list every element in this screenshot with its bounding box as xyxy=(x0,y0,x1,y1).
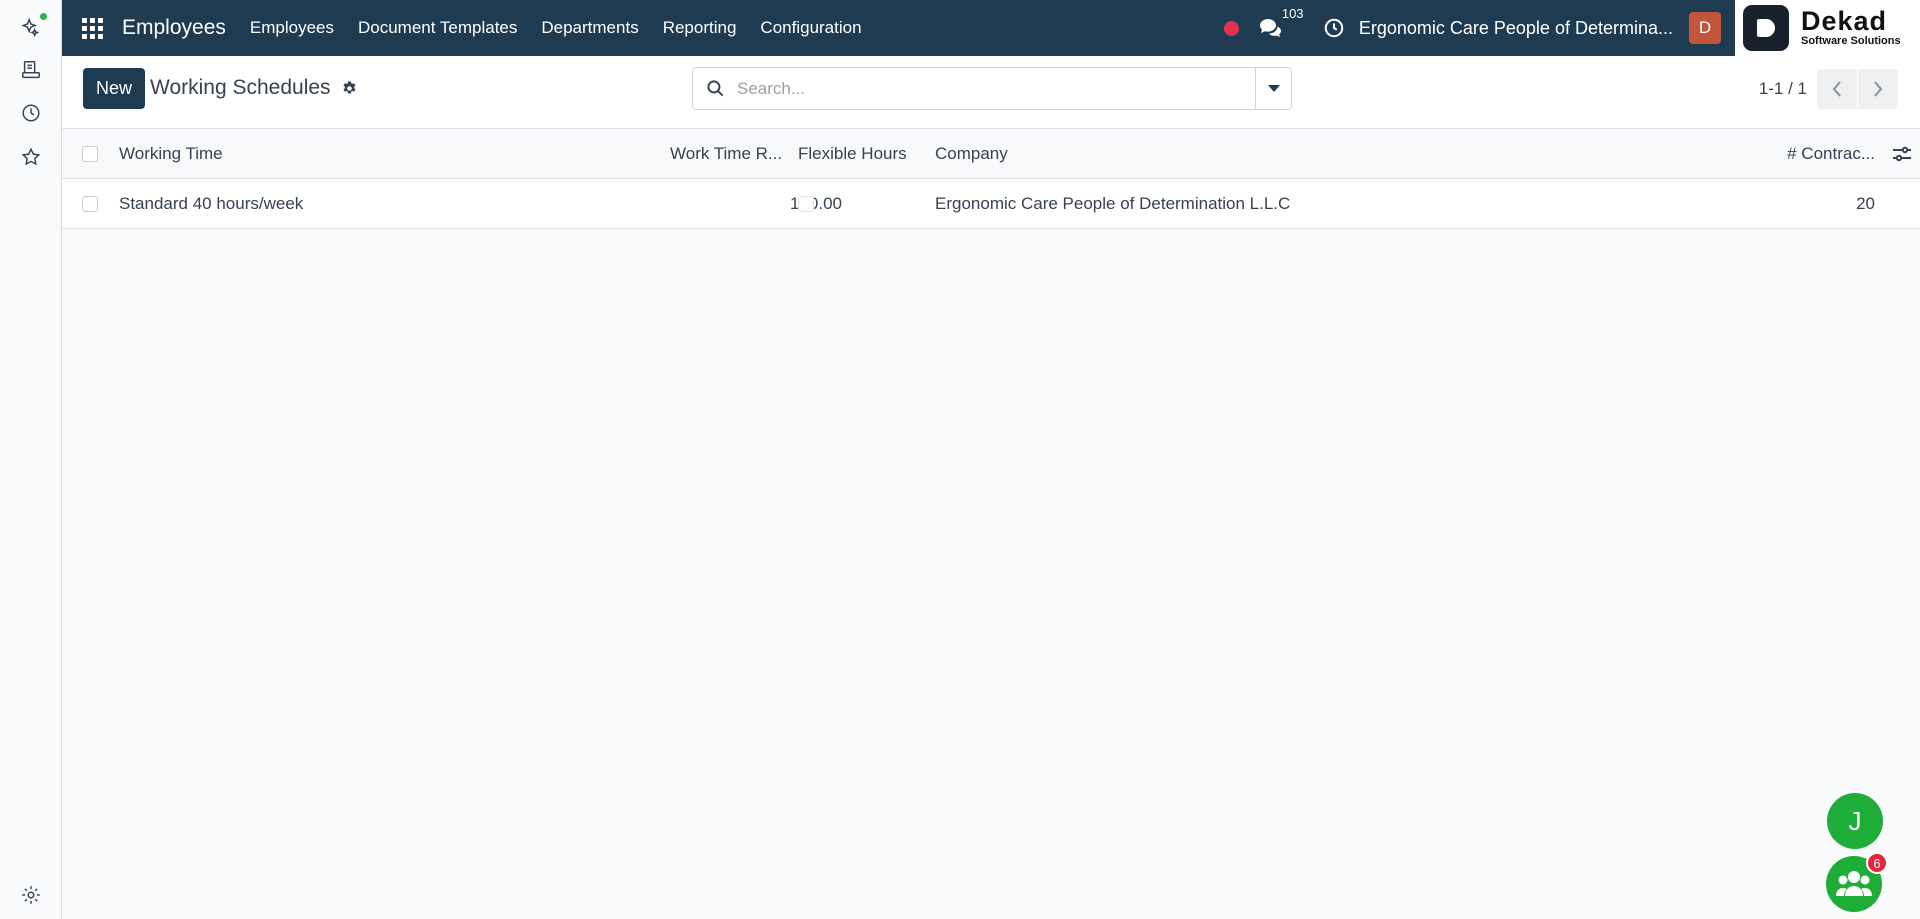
chevron-right-icon xyxy=(1872,80,1884,98)
optional-columns-toggle[interactable] xyxy=(1892,145,1914,163)
apps-grid-icon xyxy=(81,17,103,39)
brand-mark-icon xyxy=(1743,5,1789,51)
cell-contracts: 20 xyxy=(1856,193,1875,213)
column-flexible-hours[interactable]: Flexible Hours xyxy=(798,144,907,164)
table-header: Working Time Work Time R... Flexible Hou… xyxy=(62,129,1920,179)
breadcrumb: Working Schedules xyxy=(150,76,358,100)
pager-previous-button[interactable] xyxy=(1817,69,1857,109)
control-panel: New Working Schedules 1-1 / 1 xyxy=(62,56,1920,129)
search-input[interactable] xyxy=(737,78,1255,99)
chat-unread-badge: 6 xyxy=(1866,852,1888,874)
ai-sparkle-icon xyxy=(20,16,42,38)
new-button[interactable]: New xyxy=(83,68,145,109)
actions-gear-button[interactable] xyxy=(341,80,358,97)
search-bar xyxy=(692,67,1292,110)
clock-icon xyxy=(1323,17,1345,39)
favorites-button[interactable] xyxy=(0,135,62,179)
cell-working-time: Standard 40 hours/week xyxy=(119,193,304,213)
search-icon xyxy=(693,68,737,109)
sliders-icon xyxy=(1892,145,1912,163)
list-view: Working Time Work Time R... Flexible Hou… xyxy=(62,129,1920,229)
gear-icon xyxy=(341,80,358,97)
user-avatar[interactable]: D xyxy=(1689,12,1721,44)
row-checkbox[interactable] xyxy=(82,195,98,212)
page-title: Working Schedules xyxy=(150,76,331,99)
top-navbar: Employees Employees Document Templates D… xyxy=(62,0,1735,56)
search-options-toggle[interactable] xyxy=(1255,68,1291,109)
caret-down-icon xyxy=(1267,85,1280,92)
menu-document-templates[interactable]: Document Templates xyxy=(346,0,529,56)
activities-button[interactable] xyxy=(1323,17,1345,39)
settings-button[interactable] xyxy=(0,873,62,917)
pager-next-button[interactable] xyxy=(1858,69,1898,109)
menu-reporting[interactable]: Reporting xyxy=(651,0,749,56)
cell-company: Ergonomic Care People of Determination L… xyxy=(935,193,1291,213)
team-chat-icon xyxy=(1834,866,1874,902)
messages-button[interactable]: 103 xyxy=(1259,6,1304,38)
clock-icon xyxy=(20,102,42,124)
settings-icon xyxy=(20,884,42,906)
pager-value[interactable]: 1-1 / 1 xyxy=(1759,79,1807,99)
activity-button[interactable] xyxy=(0,48,62,92)
ai-sparkle-button[interactable] xyxy=(0,5,62,49)
cell-flexible-hours-checkbox xyxy=(798,195,814,212)
table-row[interactable]: Standard 40 hours/week 100.00 Ergonomic … xyxy=(62,179,1920,229)
column-contracts[interactable]: # Contrac... xyxy=(1762,144,1875,164)
column-company[interactable]: Company xyxy=(935,144,1008,164)
menu-departments[interactable]: Departments xyxy=(529,0,650,56)
app-title[interactable]: Employees xyxy=(122,16,226,40)
company-switcher[interactable]: Ergonomic Care People of Determina... xyxy=(1359,18,1673,39)
chevron-left-icon xyxy=(1831,80,1843,98)
menu-configuration[interactable]: Configuration xyxy=(748,0,873,56)
select-all-checkbox[interactable] xyxy=(82,145,98,162)
column-working-time[interactable]: Working Time xyxy=(119,144,223,164)
brand-logo: Dekad Software Solutions xyxy=(1735,0,1920,56)
star-icon xyxy=(20,146,42,168)
history-button[interactable] xyxy=(0,91,62,135)
brand-name: Dekad xyxy=(1801,6,1888,36)
online-status-dot xyxy=(40,13,47,20)
pager: 1-1 / 1 xyxy=(1759,69,1898,109)
brand-tagline: Software Solutions xyxy=(1801,35,1901,47)
user-bubble-button[interactable]: J xyxy=(1827,793,1883,849)
apps-menu-button[interactable] xyxy=(62,0,122,56)
record-icon[interactable] xyxy=(1223,20,1239,36)
activity-icon xyxy=(20,59,42,81)
chat-icon xyxy=(1259,18,1283,38)
left-rail xyxy=(0,0,62,919)
menu-employees[interactable]: Employees xyxy=(238,0,346,56)
messages-count: 103 xyxy=(1281,6,1304,21)
